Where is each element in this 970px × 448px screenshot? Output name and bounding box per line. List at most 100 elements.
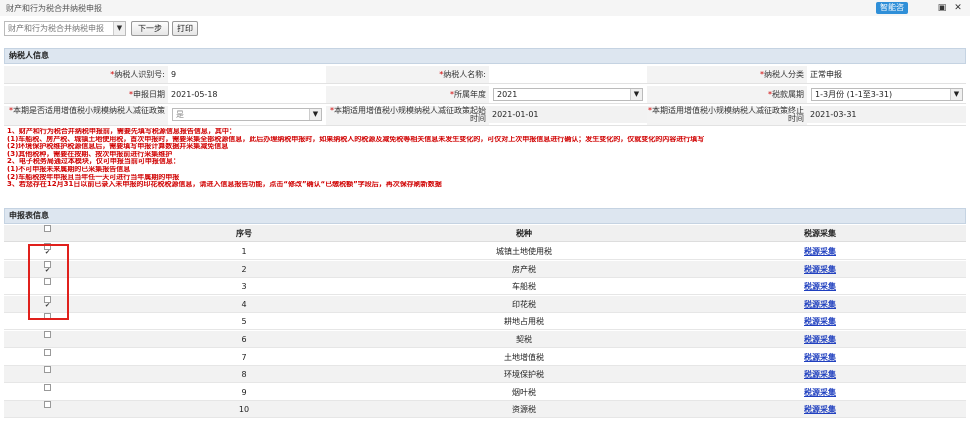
relief-end-label: *本期适用增值税小规模纳税人减征政策终止时间 bbox=[647, 106, 807, 125]
row-number: 7 bbox=[241, 352, 247, 362]
row-tax-type: 资源税 bbox=[512, 405, 536, 415]
taxpayer-row-3: *本期是否适用增值税小规模纳税人减征政策 是 ▼ *本期适用增值税小规模纳税人减… bbox=[4, 106, 966, 126]
tax-source-collect-link[interactable]: 税源采集 bbox=[674, 278, 966, 295]
declare-date-value: 2021-05-18 bbox=[171, 90, 218, 99]
row-tax-type: 契税 bbox=[516, 335, 532, 344]
taxpayer-name-label: *纳税人名称: bbox=[326, 66, 489, 83]
taxpayer-row-1: *纳税人识别号: 9 *纳税人名称: *纳税人分类 正常申报 bbox=[4, 66, 966, 84]
next-step-button[interactable]: 下一步 bbox=[131, 21, 169, 36]
report-section-header: 申报表信息 bbox=[4, 208, 966, 224]
close-icon[interactable]: ✕ bbox=[952, 2, 964, 14]
tax-source-collect-link[interactable]: 税源采集 bbox=[674, 296, 966, 313]
select-all-checkbox[interactable] bbox=[44, 225, 51, 232]
chevron-down-icon[interactable]: ▼ bbox=[309, 109, 321, 120]
row-number: 6 bbox=[241, 335, 247, 344]
highlight-box bbox=[28, 244, 69, 320]
row-checkbox[interactable] bbox=[44, 331, 51, 338]
tax-source-collect-link[interactable]: 税源采集 bbox=[674, 349, 966, 366]
relief-start-value: 2021-01-01 bbox=[489, 106, 647, 123]
table-row: 7 土地增值税 税源采集 bbox=[4, 348, 966, 366]
window-title: 财产和行为税合并纳税申报 bbox=[6, 4, 102, 13]
taxpayer-row-2: *申报日期 2021-05-18 *所属年度 2021 ▼ *税款属期 1-3月… bbox=[4, 86, 966, 104]
row-tax-type: 环境保护税 bbox=[504, 370, 544, 380]
report-type-select[interactable]: 财产和行为税合并纳税申报 ▼ bbox=[4, 21, 126, 36]
print-button[interactable]: 打印 bbox=[172, 21, 198, 36]
column-header-tax: 税种 bbox=[516, 229, 532, 238]
smart-assistant-button[interactable]: 智能咨 bbox=[876, 2, 908, 14]
row-checkbox[interactable] bbox=[44, 366, 51, 374]
table-row: ✔ 4 印花税 税源采集 bbox=[4, 295, 966, 313]
notice-line: (1)车船税、房产税、城镇土地使用税，首次申报时，需要采集全部税源信息，此后办理… bbox=[7, 135, 705, 143]
taxpayer-category-label: *纳税人分类 bbox=[647, 66, 807, 83]
table-row: 8 环境保护税 税源采集 bbox=[4, 366, 966, 384]
tax-source-collect-link[interactable]: 税源采集 bbox=[674, 366, 966, 383]
taxpayer-id-label: *纳税人识别号: bbox=[4, 66, 168, 83]
notice-line: (1)不可申报未来属期的已采集报告信息 bbox=[7, 165, 131, 173]
column-header-no: 序号 bbox=[236, 229, 252, 238]
notice-line: 1、财产和行为税合并纳税申报前，需要先填写税源信息报告信息，其中： bbox=[7, 128, 236, 135]
row-number: 4 bbox=[241, 299, 247, 309]
notice-line: (3)其他税种，需要在按期、按次申报前进行采集维护 bbox=[7, 150, 173, 158]
table-row: 6 契税 税源采集 bbox=[4, 331, 966, 348]
notice-line: 2、电子税务局通过本模块，仅可申报当前可申报信息： bbox=[7, 158, 180, 166]
chevron-down-icon[interactable]: ▼ bbox=[113, 22, 125, 35]
tax-year-label: *所属年度 bbox=[326, 86, 489, 103]
tax-period-value: 1-3月份 (1-1至3-31) bbox=[815, 90, 893, 99]
row-number: 9 bbox=[241, 387, 247, 397]
row-number: 5 bbox=[241, 317, 247, 327]
table-row: 9 烟叶税 税源采集 bbox=[4, 383, 966, 401]
row-tax-type: 城镇土地使用税 bbox=[496, 247, 552, 256]
table-row: 3 车船税 税源采集 bbox=[4, 278, 966, 296]
row-tax-type: 车船税 bbox=[512, 282, 536, 292]
tax-period-select[interactable]: 1-3月份 (1-1至3-31) ▼ bbox=[811, 88, 963, 101]
declare-date-label: *申报日期 bbox=[4, 86, 168, 103]
relief-policy-value: 是 bbox=[176, 110, 184, 119]
tax-period-label: *税款属期 bbox=[647, 86, 807, 103]
report-type-value: 财产和行为税合并纳税申报 bbox=[8, 24, 104, 33]
row-number: 1 bbox=[241, 247, 247, 256]
row-tax-type: 印花税 bbox=[512, 299, 536, 309]
table-row: 5 耕地占用税 税源采集 bbox=[4, 313, 966, 331]
taxpayer-id-value: 9 bbox=[171, 70, 177, 79]
column-header-collect: 税源采集 bbox=[804, 229, 836, 238]
chevron-down-icon[interactable]: ▼ bbox=[630, 89, 642, 100]
row-checkbox[interactable] bbox=[44, 383, 51, 391]
chevron-down-icon[interactable]: ▼ bbox=[950, 89, 962, 100]
pin-icon[interactable]: ▣ bbox=[936, 2, 948, 14]
row-number: 10 bbox=[238, 405, 250, 415]
notice-line: 3、若您存在12月31日以前已录入未申报的印花税税源信息，请进入信息报告功能，点… bbox=[7, 181, 442, 189]
table-row: 10 资源税 税源采集 bbox=[4, 401, 966, 419]
notice-line: (2)车船税按年申报且当年任一天可进行当年属期的申报 bbox=[7, 173, 180, 181]
title-bar: 财产和行为税合并纳税申报 智能咨 ▣ ✕ bbox=[0, 0, 970, 16]
relief-end-value: 2021-03-31 bbox=[807, 106, 966, 123]
tax-year-select[interactable]: 2021 ▼ bbox=[493, 88, 643, 101]
relief-start-label: *本期适用增值税小规模纳税人减征政策起始时间 bbox=[326, 106, 489, 125]
row-tax-type: 耕地占用税 bbox=[504, 317, 544, 327]
declaration-notice: 1、财产和行为税合并纳税申报前，需要先填写税源信息报告信息，其中： (1)车船税… bbox=[4, 128, 966, 206]
tax-source-collect-link[interactable]: 税源采集 bbox=[674, 331, 966, 348]
row-number: 2 bbox=[241, 264, 247, 274]
toolbar: 财产和行为税合并纳税申报 ▼ 下一步 打印 bbox=[0, 16, 970, 40]
tax-source-collect-link[interactable]: 税源采集 bbox=[674, 261, 966, 278]
row-number: 3 bbox=[241, 282, 247, 292]
relief-policy-select[interactable]: 是 ▼ bbox=[172, 108, 322, 121]
taxpayer-name-value bbox=[489, 66, 647, 83]
row-tax-type: 房产税 bbox=[512, 264, 536, 274]
taxpayer-category-value: 正常申报 bbox=[810, 70, 842, 79]
tax-source-collect-link[interactable]: 税源采集 bbox=[674, 384, 966, 401]
tax-source-collect-link[interactable]: 税源采集 bbox=[674, 313, 966, 330]
row-tax-type: 土地增值税 bbox=[504, 352, 544, 362]
taxpayer-section-header: 纳税人信息 bbox=[4, 48, 966, 64]
table-row: ✔ 2 房产税 税源采集 bbox=[4, 260, 966, 278]
row-number: 8 bbox=[241, 370, 247, 380]
relief-policy-label: *本期是否适用增值税小规模纳税人减征政策 bbox=[4, 106, 168, 125]
table-row: ✔ 1 城镇土地使用税 税源采集 bbox=[4, 243, 966, 260]
row-tax-type: 烟叶税 bbox=[512, 387, 536, 397]
row-checkbox[interactable] bbox=[44, 348, 51, 356]
report-table-header: 序号 税种 税源采集 bbox=[4, 225, 966, 242]
row-checkbox[interactable] bbox=[44, 401, 51, 409]
tax-year-value: 2021 bbox=[497, 90, 518, 99]
notice-line: (2)环境保护税维护税源信息后，需要填写申报计算数据并采集减免信息 bbox=[7, 143, 229, 151]
tax-source-collect-link[interactable]: 税源采集 bbox=[674, 243, 966, 260]
tax-source-collect-link[interactable]: 税源采集 bbox=[674, 401, 966, 418]
